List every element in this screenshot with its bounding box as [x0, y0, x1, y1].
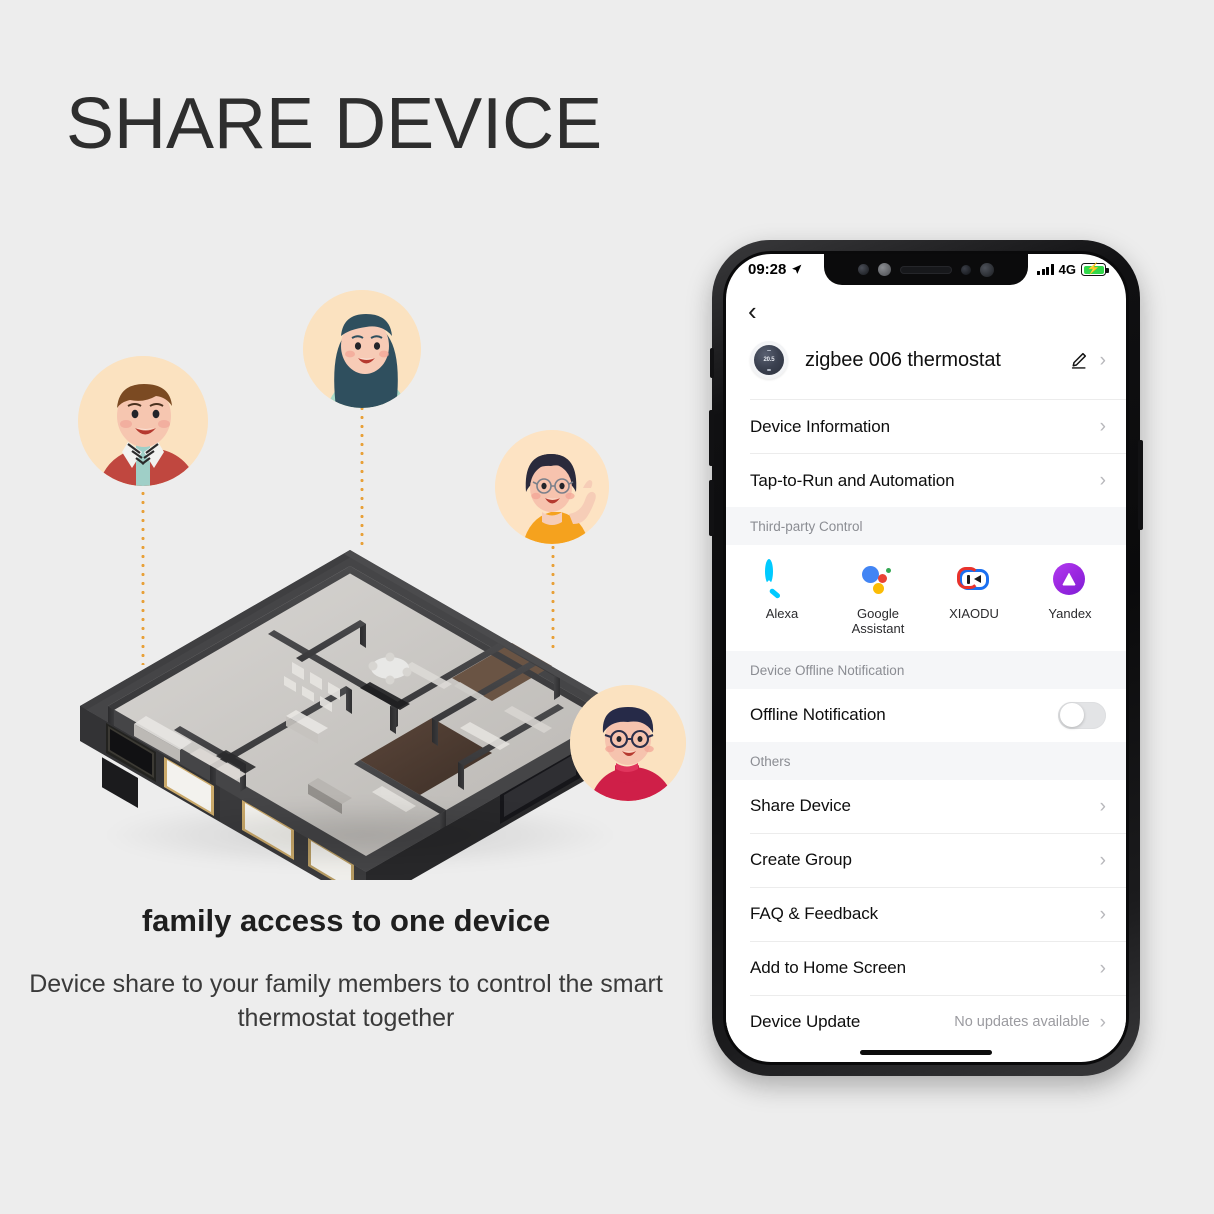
third-party-xiaodu[interactable]: XIAODU: [926, 563, 1022, 637]
row-label: Share Device: [750, 796, 851, 816]
home-indicator[interactable]: [860, 1050, 992, 1055]
back-button[interactable]: ‹: [748, 298, 757, 324]
chevron-right-icon[interactable]: ›: [1100, 1013, 1106, 1032]
row-device-information[interactable]: Device Information ›: [726, 400, 1126, 453]
chevron-right-icon[interactable]: ›: [1100, 351, 1106, 370]
chevron-right-icon[interactable]: ›: [1100, 905, 1106, 924]
chevron-right-icon[interactable]: ›: [1100, 417, 1106, 436]
third-party-label: XIAODU: [949, 606, 999, 621]
device-temp-value: 20.5: [763, 357, 775, 363]
row-share-device[interactable]: Share Device ›: [726, 779, 1126, 833]
xiaodu-icon: [957, 563, 991, 597]
nav-bar: ‹: [726, 285, 1126, 337]
avatar-woman-orange-wave: [495, 430, 609, 544]
avatar-art: [495, 430, 609, 544]
status-right-group: 4G ⚡: [1037, 262, 1109, 277]
row-label: Create Group: [750, 850, 852, 870]
third-party-label: Google Assistant: [851, 606, 905, 637]
row-label: FAQ & Feedback: [750, 904, 879, 924]
thermostat-dial-icon: 20.5: [750, 341, 788, 379]
device-name: zigbee 006 thermostat: [805, 348, 1001, 371]
row-create-group[interactable]: Create Group ›: [726, 833, 1126, 887]
device-header[interactable]: 20.5 zigbee 006 thermostat ›: [726, 337, 1126, 399]
chevron-right-icon[interactable]: ›: [1100, 959, 1106, 978]
avatar-person-crimson: [570, 685, 686, 801]
phone-mockup: 09:28 4G ⚡ ‹ 20.5 zigbee 006 thermostat …: [709, 240, 1143, 1076]
third-party-alexa[interactable]: Alexa: [734, 559, 830, 637]
device-actions: ›: [1069, 351, 1106, 370]
avatar-woman-mint: [303, 290, 421, 408]
row-offline-notification[interactable]: Offline Notification: [726, 688, 1126, 742]
device-update-status: No updates available: [954, 1014, 1090, 1031]
page-title: SHARE DEVICE: [66, 84, 603, 164]
section-header-others: Others: [726, 741, 1126, 780]
section-header-third-party-control: Third-party Control: [726, 507, 1126, 545]
volume-up-button[interactable]: [709, 410, 714, 466]
row-add-to-home-screen[interactable]: Add to Home Screen ›: [726, 941, 1126, 995]
status-bar: 09:28 4G ⚡: [726, 254, 1126, 285]
chevron-right-icon[interactable]: ›: [1100, 471, 1106, 490]
offline-notification-toggle[interactable]: [1058, 701, 1106, 729]
chevron-right-icon[interactable]: ›: [1100, 851, 1106, 870]
row-device-update[interactable]: Device Update No updates available ›: [726, 995, 1126, 1049]
third-party-google-assistant[interactable]: Google Assistant: [830, 563, 926, 637]
avatar-art: [570, 685, 686, 801]
status-time: 09:28: [748, 261, 787, 278]
battery-charging-icon: ⚡: [1081, 263, 1109, 276]
third-party-yandex[interactable]: Yandex: [1022, 563, 1118, 637]
row-label: Add to Home Screen: [750, 958, 907, 978]
alexa-icon: [765, 559, 799, 599]
third-party-label: Alexa: [765, 606, 799, 621]
mute-switch[interactable]: [710, 348, 714, 378]
phone-screen: 09:28 4G ⚡ ‹ 20.5 zigbee 006 thermostat …: [726, 254, 1126, 1062]
network-type: 4G: [1058, 262, 1076, 277]
row-label: Device Information: [750, 416, 890, 436]
isometric-floor-plan: [60, 510, 660, 906]
avatar-art: [303, 290, 421, 408]
row-tap-to-run-and-automation[interactable]: Tap-to-Run and Automation ›: [726, 454, 1126, 507]
illustration-area: [0, 260, 700, 906]
third-party-icon-row: Alexa Google Assistant XIAODU Yandex: [726, 545, 1126, 651]
google-assistant-icon: [861, 563, 895, 597]
row-label: Offline Notification: [750, 705, 886, 725]
row-faq-and-feedback[interactable]: FAQ & Feedback ›: [726, 887, 1126, 941]
power-button[interactable]: [1138, 440, 1143, 530]
volume-down-button[interactable]: [709, 480, 714, 536]
avatar-art: [78, 356, 208, 486]
status-time-group: 09:28: [748, 261, 803, 278]
row-label: Device Update: [750, 1012, 861, 1032]
caption-title: family access to one device: [141, 903, 551, 938]
row-label: Tap-to-Run and Automation: [750, 470, 955, 490]
caption-subtitle: Device share to your family members to c…: [29, 970, 663, 1032]
promo-page: SHARE DEVICE family access to one device…: [0, 0, 1214, 1214]
avatar-man-red-jacket: [78, 356, 208, 486]
signal-bars-icon: [1037, 264, 1054, 275]
section-header-device-offline-notification: Device Offline Notification: [726, 650, 1126, 689]
phone-bezel: 09:28 4G ⚡ ‹ 20.5 zigbee 006 thermostat …: [723, 251, 1129, 1065]
yandex-icon: [1053, 563, 1087, 597]
third-party-label: Yandex: [1048, 606, 1092, 621]
location-arrow-icon: [792, 264, 802, 274]
pencil-edit-icon[interactable]: [1069, 351, 1088, 370]
chevron-right-icon[interactable]: ›: [1100, 797, 1106, 816]
